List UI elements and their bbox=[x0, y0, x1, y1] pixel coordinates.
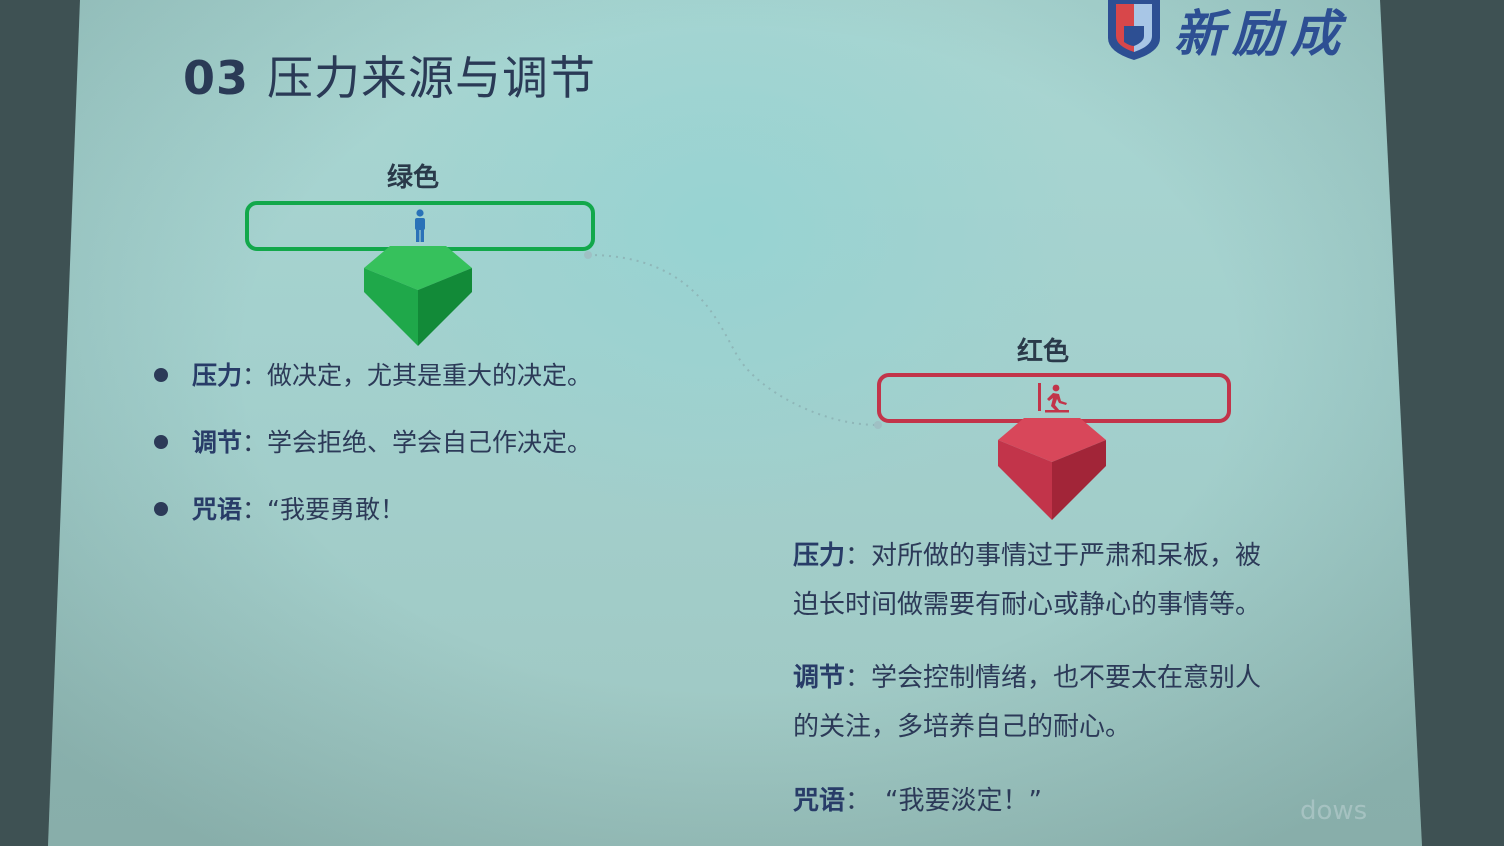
item-text-line1: 对所做的事情过于严肃和呆板，被 bbox=[871, 541, 1262, 571]
red-mantra-paragraph: 咒语： “我要淡定！” bbox=[793, 777, 1353, 826]
watermark: dows bbox=[1300, 796, 1368, 826]
item-key: 调节 bbox=[192, 428, 243, 457]
item-text: “我要勇敢！ bbox=[267, 495, 405, 524]
item-sep: ： bbox=[845, 541, 872, 571]
red-adjust-paragraph: 调节：学会控制情绪，也不要太在意别人 的关注，多培养自己的耐心。 bbox=[793, 654, 1353, 752]
item-sep: ： bbox=[242, 495, 268, 524]
item-key: 咒语 bbox=[192, 495, 243, 524]
item-text: 做决定，尤其是重大的决定。 bbox=[267, 361, 593, 390]
item-text: “我要淡定！” bbox=[885, 786, 1042, 816]
standing-person-icon bbox=[415, 209, 425, 242]
running-person-icon bbox=[1038, 383, 1069, 413]
item-sep: ： bbox=[845, 663, 872, 693]
title-text: 压力来源与调节 bbox=[267, 51, 597, 105]
red-pressure-paragraph: 压力：对所做的事情过于严肃和呆板，被 迫长时间做需要有耐心或静心的事情等。 bbox=[793, 532, 1353, 630]
item-text-line1: 学会控制情绪，也不要太在意别人 bbox=[871, 663, 1262, 693]
item-key: 压力 bbox=[192, 361, 243, 390]
shield-logo-icon bbox=[1108, 0, 1160, 60]
bullet-dot bbox=[154, 435, 168, 449]
item-sep: ： bbox=[242, 361, 268, 390]
item-sep: ： bbox=[242, 428, 268, 457]
title-number: 03 bbox=[183, 51, 250, 105]
page-title: 03 压力来源与调节 bbox=[183, 42, 596, 108]
red-heading: 红色 bbox=[1017, 337, 1070, 367]
bullet-dot bbox=[154, 502, 168, 516]
item-text-line2: 的关注，多培养自己的耐心。 bbox=[793, 712, 1132, 742]
green-heading: 绿色 bbox=[387, 163, 440, 193]
item-sep: ： bbox=[845, 786, 872, 816]
item-key: 压力 bbox=[793, 541, 846, 571]
logo-text: 新励成 bbox=[1174, 4, 1348, 63]
bullet-dot bbox=[154, 368, 168, 382]
red-gem-icon bbox=[998, 418, 1106, 520]
item-key: 调节 bbox=[793, 663, 846, 693]
green-gem-icon bbox=[364, 246, 472, 346]
item-key: 咒语 bbox=[793, 786, 846, 816]
item-text-line2: 迫长时间做需要有耐心或静心的事情等。 bbox=[793, 590, 1262, 620]
item-text: 学会拒绝、学会自己作决定。 bbox=[267, 428, 593, 457]
brand-logo: 新励成 bbox=[1104, 0, 1354, 66]
